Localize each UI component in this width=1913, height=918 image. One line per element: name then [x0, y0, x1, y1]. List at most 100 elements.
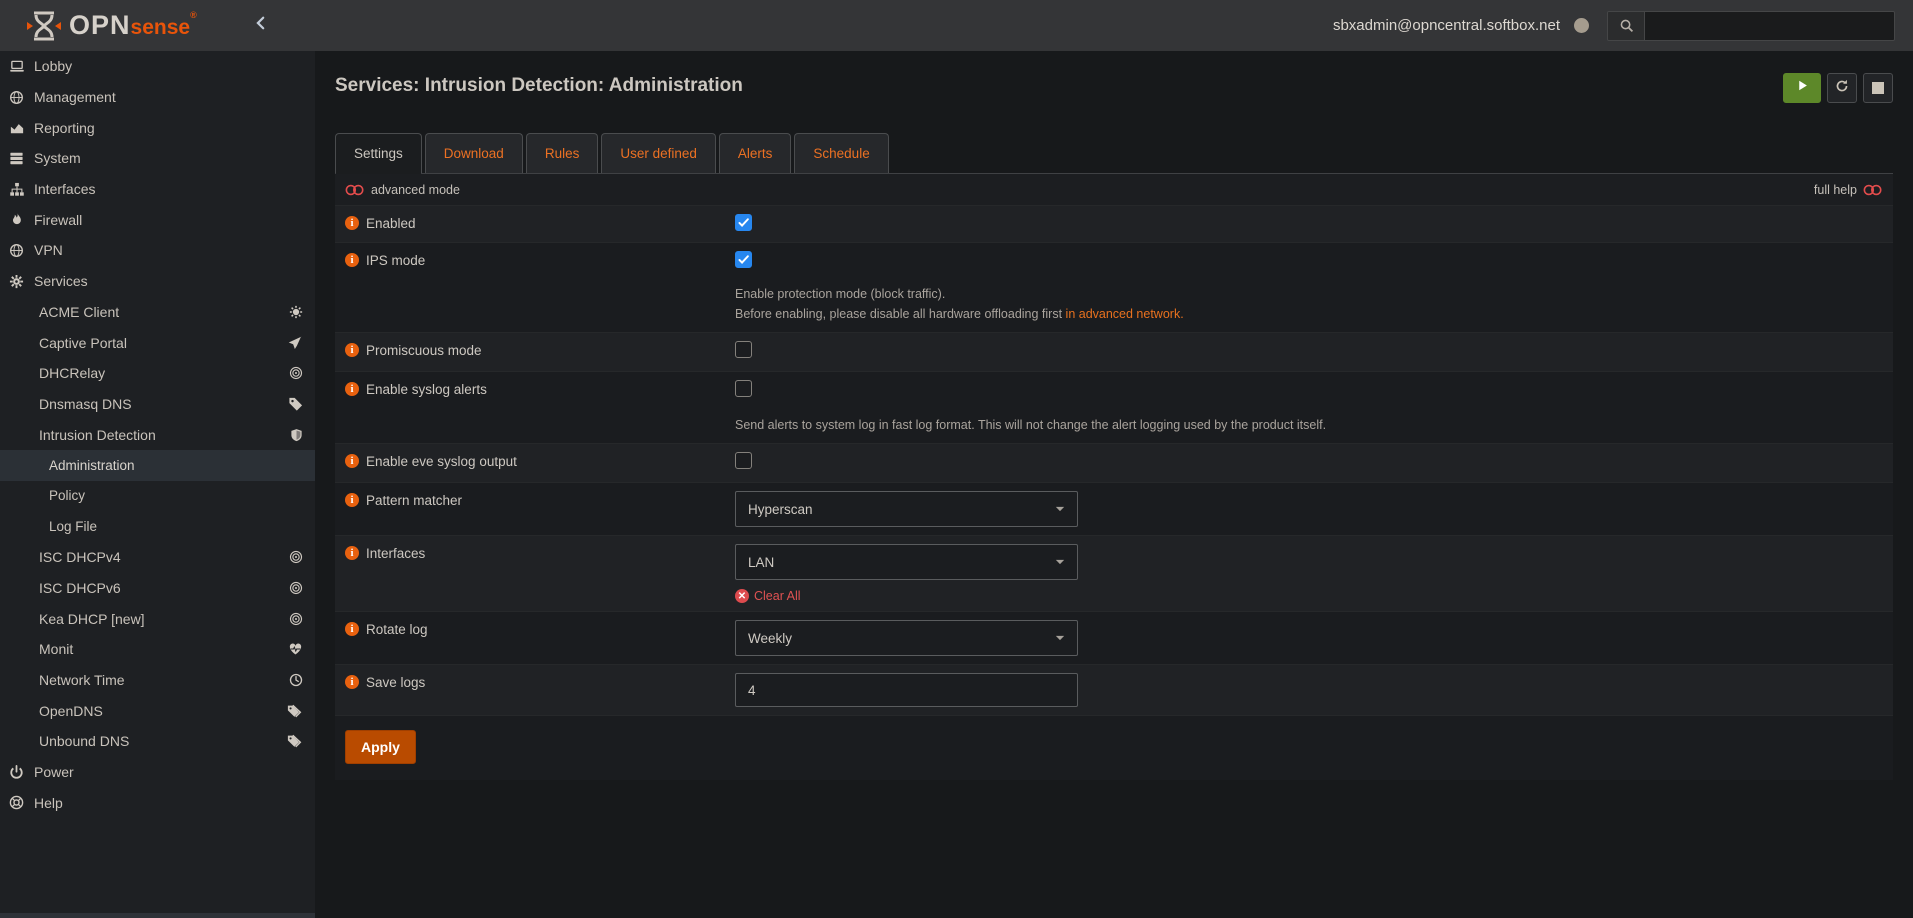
sidebar-item-management[interactable]: Management: [0, 82, 315, 113]
field-label: Promiscuous mode: [366, 343, 482, 358]
advanced-mode-label: advanced mode: [371, 183, 460, 197]
tab-settings[interactable]: Settings: [335, 133, 422, 173]
apply-button[interactable]: Apply: [345, 730, 416, 764]
enabled-checkbox[interactable]: [735, 214, 752, 231]
form-row-pattern-matcher: i Pattern matcher Hyperscan: [335, 483, 1893, 536]
info-icon[interactable]: i: [345, 216, 359, 230]
user-email[interactable]: sbxadmin@opncentral.softbox.net: [1333, 17, 1560, 34]
sidebar-item-label: Unbound DNS: [39, 733, 129, 749]
promiscuous-mode-checkbox[interactable]: [735, 341, 752, 358]
tab-download[interactable]: Download: [425, 133, 523, 173]
opnsense-logo[interactable]: OPNsense®: [26, 10, 198, 41]
sidebar-item-interfaces[interactable]: Interfaces: [0, 174, 315, 205]
sidebar-item-administration[interactable]: Administration: [0, 450, 315, 481]
sidebar-item-services[interactable]: Services: [0, 266, 315, 297]
sidebar-item-reporting[interactable]: Reporting: [0, 112, 315, 143]
form-row-interfaces: iInterfaces LAN ✕ Clear All: [335, 536, 1893, 612]
sidebar-collapse-button[interactable]: [254, 15, 268, 36]
stop-service-button[interactable]: [1863, 73, 1893, 103]
ips-mode-checkbox[interactable]: [735, 251, 752, 268]
tab-schedule[interactable]: Schedule: [794, 133, 888, 173]
sidebar-item-network-time[interactable]: Network Time: [0, 665, 315, 696]
sidebar-item-lobby[interactable]: Lobby: [0, 51, 315, 82]
info-icon[interactable]: i: [345, 454, 359, 468]
sidebar-item-label: Lobby: [34, 58, 72, 74]
sidebar-item-intrusion-detection[interactable]: Intrusion Detection: [0, 419, 315, 450]
full-help-toggle[interactable]: full help: [1814, 183, 1883, 197]
search-input[interactable]: [1645, 12, 1894, 40]
global-search: [1607, 11, 1895, 41]
server-icon: [8, 151, 25, 166]
sidebar-item-isc-dhcpv4[interactable]: ISC DHCPv4: [0, 542, 315, 573]
sidebar-item-help[interactable]: Help: [0, 788, 315, 819]
tag-icon: [288, 396, 303, 411]
sidebar-item-label: System: [34, 150, 81, 166]
hourglass-logo-icon: [26, 11, 62, 41]
search-icon[interactable]: [1608, 12, 1645, 40]
page-title: Services: Intrusion Detection: Administr…: [335, 73, 743, 97]
sidebar-item-firewall[interactable]: Firewall: [0, 204, 315, 235]
help-text: Enable protection mode (block traffic). …: [735, 284, 1335, 324]
advanced-network-link[interactable]: in advanced network.: [1066, 307, 1184, 321]
sidebar-footer: [0, 913, 315, 918]
form-row-eve-syslog: i Enable eve syslog output: [335, 444, 1893, 483]
sidebar-item-policy[interactable]: Policy: [0, 481, 315, 512]
sidebar-item-kea-dhcp[interactable]: Kea DHCP [new]: [0, 603, 315, 634]
toggle-off-icon: [345, 183, 365, 197]
info-icon[interactable]: i: [345, 546, 359, 560]
interfaces-select[interactable]: LAN: [735, 544, 1078, 580]
field-label: Enable eve syslog output: [366, 454, 517, 469]
sidebar-item-label: OpenDNS: [39, 703, 103, 719]
rotate-log-select[interactable]: Weekly: [735, 620, 1078, 656]
globe-icon: [8, 243, 25, 258]
sidebar-item-label: Interfaces: [34, 181, 95, 197]
sidebar-item-monit[interactable]: Monit: [0, 634, 315, 665]
form-row-apply: Apply: [335, 716, 1893, 780]
clear-all-label: Clear All: [754, 589, 801, 603]
sidebar-item-unbound-dns[interactable]: Unbound DNS: [0, 726, 315, 757]
sidebar-item-log-file[interactable]: Log File: [0, 511, 315, 542]
globe-icon: [8, 90, 25, 105]
sidebar-item-label: Reporting: [34, 120, 95, 136]
avatar[interactable]: [1574, 18, 1589, 33]
form-row-promiscuous-mode: i Promiscuous mode: [335, 333, 1893, 372]
heart-pulse-icon: [288, 642, 303, 656]
info-icon[interactable]: i: [345, 343, 359, 357]
info-icon[interactable]: i: [345, 493, 359, 507]
advanced-mode-toggle[interactable]: advanced mode: [345, 183, 460, 197]
clear-all-button[interactable]: ✕ Clear All: [735, 589, 1883, 603]
sidebar-item-opendns[interactable]: OpenDNS: [0, 695, 315, 726]
info-icon[interactable]: i: [345, 253, 359, 267]
sidebar-item-isc-dhcpv6[interactable]: ISC DHCPv6: [0, 573, 315, 604]
sidebar-item-label: Management: [34, 89, 116, 105]
info-icon[interactable]: i: [345, 675, 359, 689]
tags-icon: [287, 734, 303, 749]
restart-service-button[interactable]: [1827, 73, 1857, 103]
info-icon[interactable]: i: [345, 382, 359, 396]
tab-user-defined[interactable]: User defined: [601, 133, 716, 173]
tab-alerts[interactable]: Alerts: [719, 133, 792, 173]
tab-rules[interactable]: Rules: [526, 133, 599, 173]
field-label: Enable syslog alerts: [366, 382, 487, 397]
laptop-icon: [8, 59, 25, 74]
sidebar-item-label: Monit: [39, 641, 73, 657]
sidebar-item-acme-client[interactable]: ACME Client: [0, 297, 315, 328]
save-logs-input[interactable]: [735, 673, 1078, 707]
eve-syslog-checkbox[interactable]: [735, 452, 752, 469]
syslog-alerts-checkbox[interactable]: [735, 380, 752, 397]
field-label: Pattern matcher: [366, 493, 462, 508]
bullseye-icon: [289, 550, 303, 564]
info-icon[interactable]: i: [345, 622, 359, 636]
circle-x-icon: ✕: [735, 589, 749, 603]
sidebar-item-label: ISC DHCPv6: [39, 580, 121, 596]
tab-bar: Settings Download Rules User defined Ale…: [335, 133, 1893, 174]
sidebar-item-power[interactable]: Power: [0, 757, 315, 788]
sidebar-item-vpn[interactable]: VPN: [0, 235, 315, 266]
pattern-matcher-select[interactable]: Hyperscan: [735, 491, 1078, 527]
sidebar-item-captive-portal[interactable]: Captive Portal: [0, 327, 315, 358]
sidebar-item-dhcrelay[interactable]: DHCRelay: [0, 358, 315, 389]
sidebar-item-system[interactable]: System: [0, 143, 315, 174]
sidebar-item-dnsmasq-dns[interactable]: Dnsmasq DNS: [0, 389, 315, 420]
clock-icon: [289, 673, 303, 687]
start-service-button[interactable]: [1783, 73, 1821, 103]
